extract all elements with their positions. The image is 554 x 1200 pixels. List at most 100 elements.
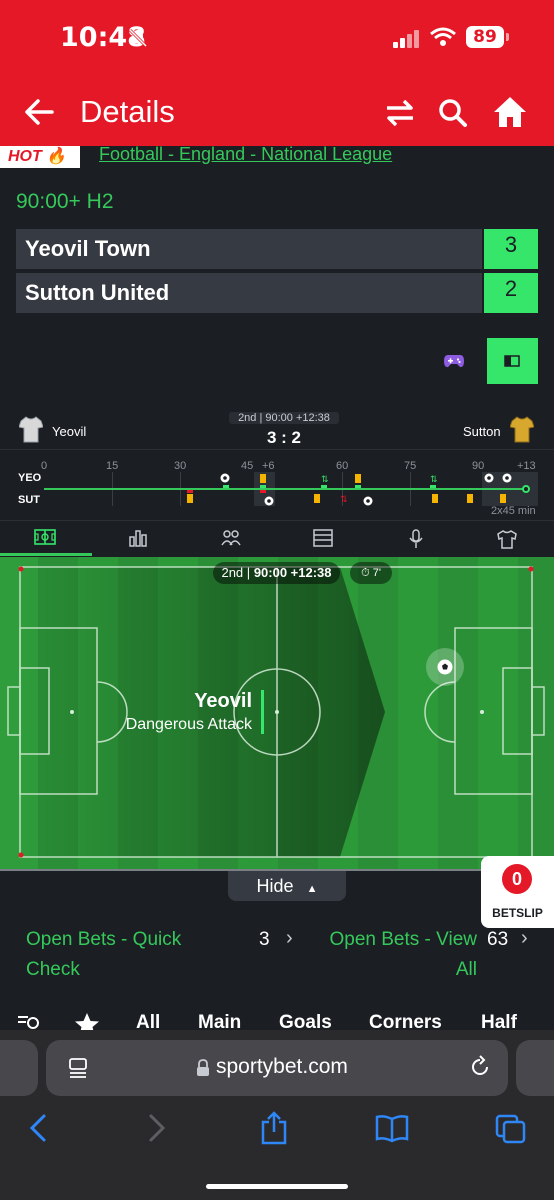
tracker-score: 3 : 2 bbox=[266, 428, 302, 447]
gamepad-icon[interactable] bbox=[443, 352, 465, 370]
home-icon[interactable] bbox=[492, 95, 528, 129]
home-event-mark bbox=[430, 485, 436, 488]
timeline-tick: 15 bbox=[106, 460, 119, 472]
open-bets-view-count: 63 bbox=[487, 929, 509, 950]
away-yellow-card bbox=[314, 494, 320, 503]
cellular-signal-icon bbox=[393, 30, 419, 48]
timeline-tick: 90 bbox=[472, 460, 485, 472]
away-row-label: SUT bbox=[18, 494, 40, 506]
next-tab-pill[interactable] bbox=[516, 1040, 554, 1096]
home-row-label: YEO bbox=[18, 472, 42, 484]
url-text: sportybet.com bbox=[216, 1055, 348, 1078]
home-sub-icon: ⇅ bbox=[321, 474, 329, 484]
commentary-tab-icon[interactable] bbox=[408, 529, 424, 549]
away-event-mark bbox=[187, 490, 193, 493]
tracker-period: 2nd | 90:00 +12:38 bbox=[229, 412, 339, 424]
chevron-right-icon[interactable]: › bbox=[521, 927, 528, 950]
timeline-baseline bbox=[44, 488, 528, 490]
open-bets-view-line2: All bbox=[455, 959, 477, 980]
home-event-mark bbox=[321, 485, 327, 488]
table-tab-icon[interactable] bbox=[313, 529, 333, 547]
flame-icon: 🔥 bbox=[46, 148, 67, 165]
match-time: 90:00+ H2 bbox=[16, 190, 114, 213]
lock-icon bbox=[197, 1059, 209, 1076]
home-sub-icon: ⇅ bbox=[430, 474, 438, 484]
hide-tracker-button[interactable]: Hide ▲ bbox=[228, 871, 346, 901]
market-tab-corners[interactable]: Corners bbox=[369, 1012, 442, 1030]
back-arrow-icon[interactable] bbox=[22, 95, 56, 129]
open-bets-view-link[interactable]: Open Bets - View All bbox=[324, 925, 477, 985]
share-icon[interactable] bbox=[259, 1110, 289, 1146]
home-goal-icon bbox=[220, 473, 230, 483]
app-header: Details bbox=[0, 80, 554, 146]
pitch-visualization bbox=[0, 557, 554, 869]
page-menu-icon[interactable] bbox=[68, 1057, 90, 1079]
filter-search-icon[interactable] bbox=[18, 1014, 40, 1030]
forward-icon[interactable] bbox=[146, 1110, 168, 1146]
stopwatch-icon: ⏱ bbox=[361, 567, 370, 579]
caret-up-icon: ▲ bbox=[306, 883, 318, 895]
swap-icon[interactable] bbox=[384, 98, 416, 128]
attack-indicator bbox=[261, 690, 264, 734]
bookmarks-icon[interactable] bbox=[374, 1110, 410, 1146]
pitch-clock-pill: ⏱ 7' bbox=[350, 562, 392, 584]
away-shirt-icon bbox=[510, 416, 534, 443]
market-tab-half[interactable]: Half bbox=[481, 1012, 517, 1030]
timeline-tick: 30 bbox=[174, 460, 187, 472]
away-yellow-card bbox=[467, 494, 473, 503]
away-goal-icon bbox=[264, 496, 274, 506]
home-team-short: Yeovil bbox=[52, 424, 87, 439]
away-goal-icon bbox=[363, 496, 373, 506]
timeline-tick: +13 bbox=[517, 460, 536, 472]
tracker-divider bbox=[0, 449, 554, 450]
market-tab-goals[interactable]: Goals bbox=[279, 1012, 332, 1030]
reload-icon[interactable] bbox=[468, 1055, 492, 1079]
open-bets-quick-count: 3 bbox=[259, 929, 270, 950]
kit-tab-icon[interactable] bbox=[497, 529, 517, 549]
star-icon[interactable] bbox=[74, 1012, 100, 1030]
timeline-tick: +6 bbox=[262, 460, 275, 472]
league-link[interactable]: Football - England - National League bbox=[99, 144, 392, 165]
ball-icon bbox=[437, 659, 453, 675]
market-tab-all[interactable]: All bbox=[136, 1012, 160, 1030]
home-event-mark bbox=[260, 485, 266, 488]
live-stream-button[interactable] bbox=[487, 338, 538, 384]
home-team-name: Yeovil Town bbox=[16, 229, 482, 269]
chevron-right-icon[interactable]: › bbox=[286, 927, 293, 950]
market-tabs: All Main Goals Corners Half bbox=[0, 1008, 554, 1030]
home-event-mark bbox=[223, 485, 229, 488]
betslip-label: BETSLIP bbox=[492, 906, 543, 920]
timeline-tick: 0 bbox=[41, 460, 48, 472]
home-score: 3 bbox=[484, 229, 538, 269]
open-bets-quick-line1: Open Bets - Quick bbox=[26, 929, 182, 950]
open-bets-quick-link[interactable]: Open Bets - Quick Check bbox=[26, 925, 181, 985]
pitch-divider: | bbox=[246, 565, 251, 580]
back-icon[interactable] bbox=[27, 1110, 49, 1146]
open-bets-quick-line2: Check bbox=[26, 959, 80, 980]
stats-tab-icon[interactable] bbox=[129, 529, 147, 547]
home-yellow-card bbox=[355, 474, 361, 483]
previous-tab-pill[interactable] bbox=[0, 1040, 38, 1096]
away-yellow-card bbox=[187, 494, 193, 503]
battery-level: 89 bbox=[466, 26, 504, 48]
search-icon[interactable] bbox=[438, 98, 468, 128]
ball-position bbox=[426, 648, 464, 686]
attack-team: Yeovil bbox=[194, 690, 252, 712]
market-tab-main[interactable]: Main bbox=[198, 1012, 241, 1030]
away-team-short: Sutton bbox=[463, 424, 501, 439]
timeline-tick: 60 bbox=[336, 460, 349, 472]
live-marker bbox=[522, 485, 530, 493]
home-indicator bbox=[206, 1184, 348, 1189]
away-yellow-card bbox=[432, 494, 438, 503]
pitch-tab-icon[interactable] bbox=[34, 529, 56, 545]
tabs-icon[interactable] bbox=[494, 1110, 528, 1146]
away-sub-icon: ⇅ bbox=[340, 494, 348, 504]
timeline-tick: 45 bbox=[241, 460, 254, 472]
tracker-tabs bbox=[0, 520, 554, 556]
hot-label: HOT bbox=[8, 148, 42, 165]
lineups-tab-icon[interactable] bbox=[221, 529, 241, 547]
home-goal-icon bbox=[484, 473, 494, 483]
hot-badge: HOT 🔥 bbox=[0, 146, 80, 168]
away-team-name: Sutton United bbox=[16, 273, 482, 313]
home-goal-icon bbox=[502, 473, 512, 483]
